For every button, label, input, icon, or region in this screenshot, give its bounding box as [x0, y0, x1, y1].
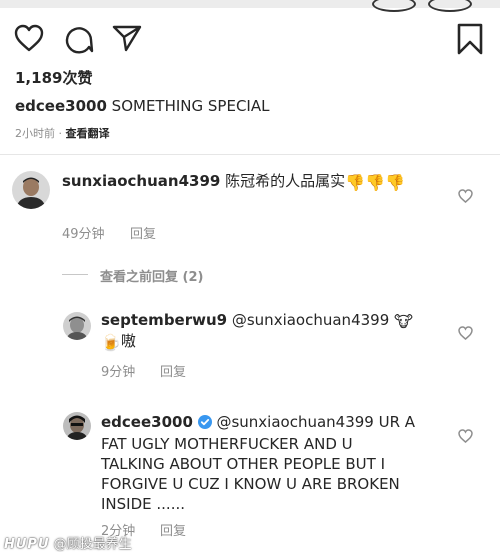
reply-text-line: INSIDE ......: [101, 495, 185, 513]
like-count[interactable]: 1,189次赞: [15, 67, 92, 88]
comment-icon[interactable]: [64, 24, 94, 54]
share-icon[interactable]: [112, 24, 142, 52]
reply: edcee3000 @sunxiaochuan4399 UR A FAT UGL…: [101, 412, 446, 514]
avatar[interactable]: [12, 171, 50, 209]
reply-text-line: UR A: [373, 413, 416, 431]
reply-mention[interactable]: @sunxiaochuan4399: [227, 311, 389, 329]
like-comment-icon[interactable]: [458, 189, 473, 203]
comment-text: 陈冠希的人品属实: [220, 172, 346, 190]
cow-emoji: 🐮: [394, 312, 413, 331]
verified-badge-icon: [197, 414, 212, 434]
cropped-image-edge: [0, 0, 500, 12]
comment: sunxiaochuan4399 陈冠希的人品属实👎👎👎: [62, 171, 452, 192]
reply-button[interactable]: 回复: [160, 361, 186, 380]
beer-emoji: 🍺: [101, 333, 121, 352]
view-replies-line: [62, 274, 88, 275]
bookmark-icon[interactable]: [456, 23, 484, 55]
reply-text-line: FORGIVE U CUZ I KNOW U ARE BROKEN: [101, 475, 400, 493]
comment-time: 49分钟: [62, 227, 105, 242]
thumbs-down-emoji: 👎: [365, 173, 385, 192]
see-translation-link[interactable]: 查看翻译: [66, 127, 110, 140]
cropped-image-fragment: [372, 0, 416, 12]
reply-time: 9分钟: [101, 365, 136, 380]
caption-username[interactable]: edcee3000: [15, 97, 107, 115]
reply-username[interactable]: edcee3000: [101, 413, 193, 431]
reply-text-line: TALKING ABOUT OTHER PEOPLE BUT I: [101, 455, 386, 473]
view-previous-replies-button[interactable]: 查看之前回复 (2): [100, 266, 203, 285]
cropped-image-fragment: [428, 0, 472, 12]
like-comment-icon[interactable]: [458, 429, 473, 443]
avatar[interactable]: [63, 312, 91, 340]
post-caption: edcee3000 SOMETHING SPECIAL: [15, 97, 269, 115]
post-meta: 2小时前 · 查看翻译: [15, 125, 110, 141]
reply-button[interactable]: 回复: [160, 520, 186, 539]
avatar[interactable]: [63, 412, 91, 440]
divider: [0, 154, 500, 155]
watermark-handle: @顾投最养生: [53, 537, 132, 552]
caption-text: SOMETHING SPECIAL: [106, 97, 270, 115]
reply-button[interactable]: 回复: [130, 223, 156, 242]
comment-username[interactable]: sunxiaochuan4399: [62, 172, 220, 190]
reply-text-line: FAT UGLY MOTHERFUCKER AND U: [101, 435, 353, 453]
heart-icon[interactable]: [14, 24, 44, 52]
reply-mention[interactable]: @sunxiaochuan4399: [212, 413, 373, 431]
post-time: 2小时前 ·: [15, 127, 66, 140]
reply-text: 嗷: [120, 332, 136, 350]
reply-username[interactable]: septemberwu9: [101, 311, 227, 329]
watermark: HUPU @顾投最养生: [4, 533, 132, 552]
reply: septemberwu9 @sunxiaochuan4399 🐮 🍺嗷: [101, 310, 441, 352]
watermark-brand: HUPU: [4, 537, 50, 552]
thumbs-down-emoji: 👎: [345, 173, 366, 192]
like-comment-icon[interactable]: [458, 326, 473, 340]
thumbs-down-emoji: 👎: [384, 173, 405, 192]
